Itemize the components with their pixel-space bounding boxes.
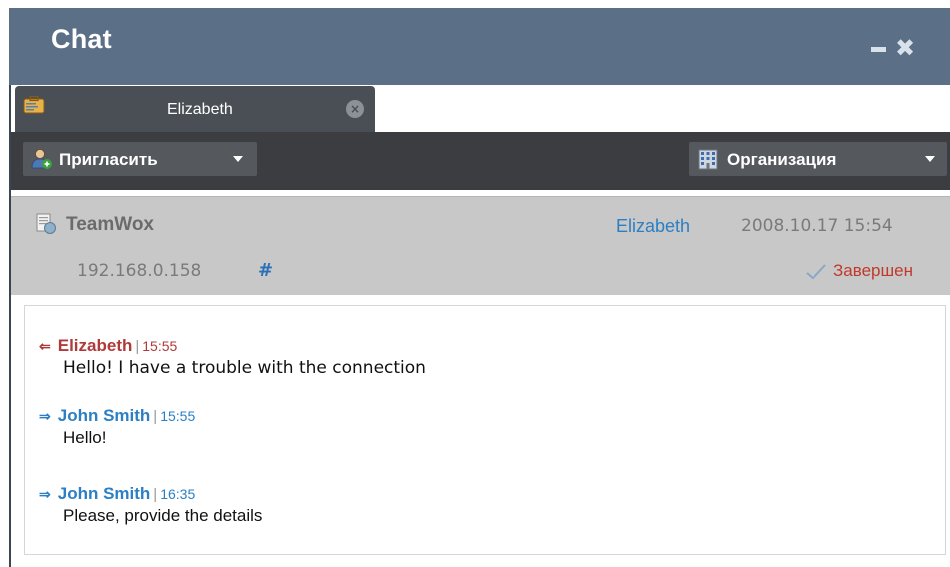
- message-text: Hello!: [63, 428, 107, 447]
- chat-message: ⇒ John Smith | 16:35 Please, provide the d…: [39, 484, 262, 526]
- document-icon: [36, 213, 56, 234]
- message-text: Please, provide the details: [63, 506, 263, 525]
- message-time: 15:55: [160, 408, 196, 424]
- message-text: Hello! I have a trouble with the connect…: [63, 358, 426, 378]
- outgoing-arrow-icon: ⇒: [39, 486, 51, 502]
- tab-label: Elizabeth: [167, 101, 233, 118]
- chevron-down-icon: [925, 156, 935, 162]
- message-time: 15:55: [142, 338, 178, 354]
- invite-label: Пригласить: [59, 150, 158, 169]
- building-icon: [698, 149, 718, 170]
- message-author: John Smith: [57, 406, 151, 425]
- message-author: John Smith: [57, 484, 151, 503]
- ip-link[interactable]: #: [258, 260, 273, 281]
- contact-user-link[interactable]: Elizabeth: [616, 216, 690, 237]
- minimize-icon[interactable]: [871, 47, 886, 52]
- ip-address: 192.168.0.158: [77, 261, 202, 281]
- title-bar: Chat ✖: [9, 8, 950, 85]
- organization-button[interactable]: Организация: [689, 142, 947, 176]
- chevron-down-icon: [233, 156, 243, 162]
- message-time: 16:35: [160, 486, 196, 502]
- separator: |: [135, 338, 140, 355]
- chat-message: ⇒ John Smith | 15:55 Hello!: [39, 406, 195, 448]
- checkmark-icon: [806, 264, 826, 280]
- status-label: Завершен: [833, 261, 913, 280]
- company-name: TeamWox: [66, 214, 154, 235]
- incoming-arrow-icon: ⇐: [39, 338, 51, 354]
- chat-history: ⇐ Elizabeth | 15:55 Hello! I have a troubl…: [24, 305, 946, 555]
- outgoing-arrow-icon: ⇒: [39, 408, 51, 424]
- contact-info-panel: TeamWox 192.168.0.158 # Elizabeth 2008.1…: [11, 196, 950, 295]
- close-icon[interactable]: ✖: [895, 36, 915, 60]
- toolbar: Пригласить Организация: [11, 132, 950, 190]
- separator: |: [153, 486, 158, 503]
- organization-label: Организация: [727, 150, 837, 169]
- tab-close-icon[interactable]: ×: [346, 100, 364, 118]
- separator: |: [153, 408, 158, 425]
- chat-window: Chat ✖ Elizabeth × Пригласить Организаци…: [0, 0, 950, 567]
- tab-elizabeth[interactable]: Elizabeth ×: [15, 86, 375, 132]
- window-title: Chat: [51, 24, 112, 54]
- chat-message: ⇐ Elizabeth | 15:55 Hello! I have a troubl…: [39, 336, 426, 378]
- left-margin: [0, 0, 9, 567]
- add-user-icon: [31, 149, 52, 169]
- briefcase-icon: [23, 96, 45, 114]
- message-author: Elizabeth: [57, 336, 133, 355]
- session-datetime: 2008.10.17 15:54: [741, 216, 893, 236]
- invite-button[interactable]: Пригласить: [23, 142, 257, 176]
